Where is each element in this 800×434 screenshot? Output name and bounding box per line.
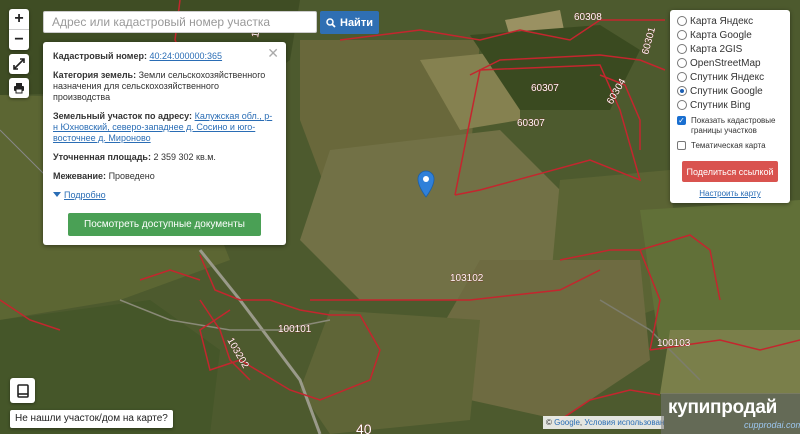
caret-down-icon xyxy=(53,192,61,197)
parcel-label: 60307 xyxy=(517,118,545,129)
land-category-label: Категория земель: xyxy=(53,70,137,80)
search-icon xyxy=(326,17,336,28)
map-type-list: Карта Яндекс Карта Google Карта 2GIS OpenSt… xyxy=(677,14,783,112)
watermark-subtext: cupprodai.com xyxy=(744,420,800,430)
not-found-button[interactable]: Не нашли участок/дом на карте? xyxy=(10,410,173,428)
close-icon[interactable]: ✕ xyxy=(267,46,279,60)
attribution-prefix: © xyxy=(546,418,555,427)
map-type-label: Спутник Яндекс xyxy=(690,71,765,83)
watermark: купипродай cupprodai.com xyxy=(661,393,800,434)
checkbox-checked-icon: ✓ xyxy=(677,115,686,125)
map-type-label: Спутник Google xyxy=(690,85,763,97)
search-input[interactable] xyxy=(43,11,317,33)
fullscreen-button[interactable] xyxy=(9,54,29,74)
parcel-label: 40 xyxy=(356,421,372,434)
radio-icon xyxy=(677,86,687,96)
parcel-label: 60308 xyxy=(574,12,602,23)
parcel-info-popup: ✕ Кадастровый номер: 40:24:000000:365 Ка… xyxy=(43,42,286,245)
zoom-control: + − xyxy=(9,9,29,50)
share-link-button[interactable]: Поделиться ссылкой xyxy=(682,161,778,182)
more-details-toggle[interactable]: Подробно xyxy=(53,190,275,201)
printer-icon xyxy=(14,83,24,94)
google-link[interactable]: Google xyxy=(554,418,580,427)
more-details-link[interactable]: Подробно xyxy=(64,190,106,200)
layers-panel: Карта Яндекс Карта Google Карта 2GIS OpenSt… xyxy=(670,10,790,203)
map-type-label: Карта 2GIS xyxy=(690,43,743,55)
map-type-option[interactable]: Карта Google xyxy=(677,28,783,42)
search-button[interactable]: Найти xyxy=(320,11,379,34)
radio-icon xyxy=(677,16,687,26)
map-attribution: © Google, Условия использования xyxy=(543,416,664,429)
expand-icon xyxy=(13,58,25,70)
print-button[interactable] xyxy=(9,78,29,98)
survey-label: Межевание: xyxy=(53,171,107,181)
search-button-label: Найти xyxy=(340,16,373,29)
map-type-option[interactable]: Спутник Яндекс xyxy=(677,70,783,84)
legend-button[interactable] xyxy=(10,378,35,403)
terms-link[interactable]: Условия использования xyxy=(584,418,664,427)
area-label: Уточненная площадь: xyxy=(53,152,151,162)
radio-icon xyxy=(677,100,687,110)
watermark-text: купипродай xyxy=(668,397,777,418)
map-type-option[interactable]: Карта 2GIS xyxy=(677,42,783,56)
map-type-label: Спутник Bing xyxy=(690,99,751,111)
map-type-option[interactable]: Спутник Google xyxy=(677,84,783,98)
parcel-label: 103102 xyxy=(450,273,484,284)
survey-value: Проведено xyxy=(108,171,155,181)
map-type-option[interactable]: OpenStreetMap xyxy=(677,56,783,70)
thematic-map-checkbox[interactable]: Тематическая карта xyxy=(677,141,783,151)
configure-map-link[interactable]: Настроить карту xyxy=(677,189,783,198)
radio-icon xyxy=(677,72,687,82)
map-type-label: OpenStreetMap xyxy=(690,57,761,69)
zoom-out-button[interactable]: − xyxy=(9,29,29,50)
show-boundaries-label: Показать кадастровые границы участков xyxy=(691,116,776,135)
address-label: Земельный участок по адресу: xyxy=(53,111,193,121)
map-type-label: Карта Google xyxy=(690,29,752,41)
area-row: Уточненная площадь: 2 359 302 кв.м. xyxy=(53,152,275,163)
parcel-label: 60307 xyxy=(531,83,559,94)
map-type-option[interactable]: Спутник Bing xyxy=(677,98,783,112)
cadastral-number-label: Кадастровый номер: xyxy=(53,51,147,61)
book-icon xyxy=(16,383,29,398)
radio-icon xyxy=(677,30,687,40)
radio-icon xyxy=(677,44,687,54)
cadastral-number-link[interactable]: 40:24:000000:365 xyxy=(149,51,222,61)
thematic-map-label: Тематическая карта xyxy=(691,141,766,150)
zoom-in-button[interactable]: + xyxy=(9,9,29,29)
checkbox-unchecked-icon xyxy=(677,141,686,150)
survey-row: Межевание: Проведено xyxy=(53,171,275,182)
show-boundaries-checkbox[interactable]: ✓ Показать кадастровые границы участков xyxy=(677,116,783,136)
map-type-label: Карта Яндекс xyxy=(690,15,754,27)
parcel-label: 100101 xyxy=(278,324,312,335)
area-value: 2 359 302 кв.м. xyxy=(153,152,216,162)
parcel-label: 100103 xyxy=(657,338,691,349)
radio-icon xyxy=(677,58,687,68)
view-documents-button[interactable]: Посмотреть доступные документы xyxy=(68,213,261,236)
cadastral-number-row: Кадастровый номер: 40:24:000000:365 xyxy=(53,51,275,62)
map-type-option[interactable]: Карта Яндекс xyxy=(677,14,783,28)
land-category-row: Категория земель: Земли сельскохозяйстве… xyxy=(53,70,275,103)
address-row: Земельный участок по адресу: Калужская о… xyxy=(53,111,275,144)
